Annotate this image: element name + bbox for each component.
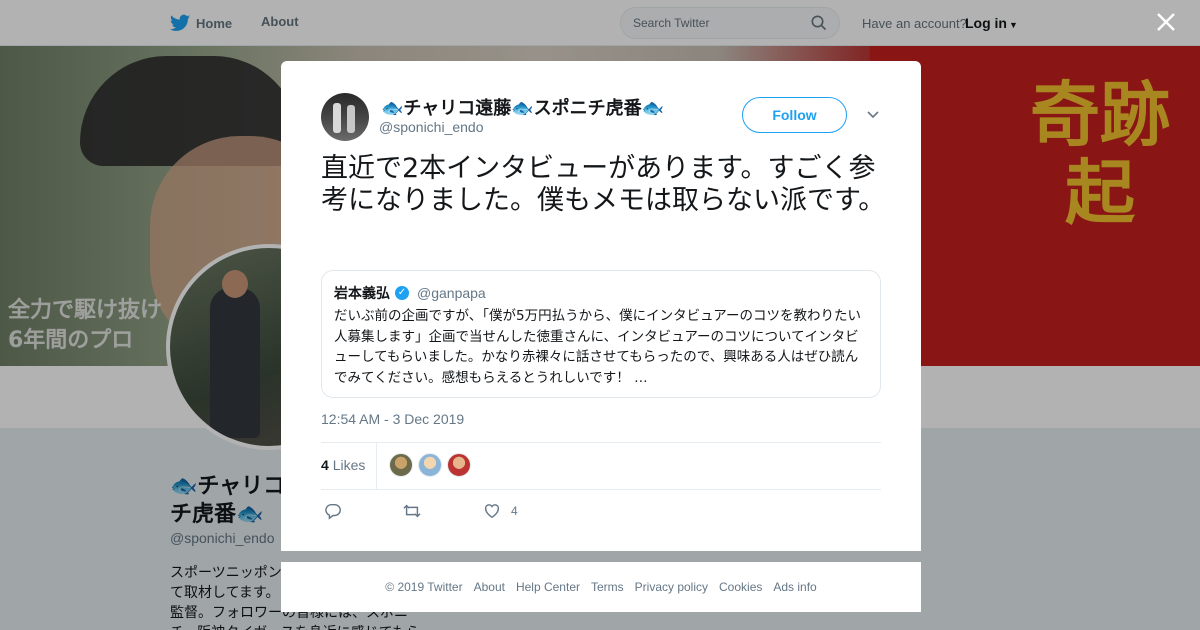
close-icon[interactable] (1152, 10, 1180, 38)
divider (376, 443, 377, 489)
liker-avatar[interactable] (447, 453, 471, 477)
footer-link-terms[interactable]: Terms (591, 580, 624, 594)
quoted-author-name: 岩本義弘 (334, 285, 390, 301)
quoted-tweet[interactable]: 岩本義弘 ✓ @ganpapa だいぶ前の企画ですが、「僕が5万円払うから、僕に… (321, 270, 881, 398)
footer-link-about[interactable]: About (474, 580, 505, 594)
quoted-tweet-header: 岩本義弘 ✓ @ganpapa (334, 283, 868, 303)
likes-label: Likes (332, 457, 366, 473)
footer-copyright: © 2019 Twitter (385, 580, 463, 594)
author-name[interactable]: 🐟チャリコ遠藤🐟スポニチ虎番🐟 (381, 94, 664, 120)
author-avatar[interactable] (321, 93, 369, 141)
chevron-down-icon[interactable] (865, 107, 881, 123)
footer-link-cookies[interactable]: Cookies (719, 580, 762, 594)
like-button[interactable]: 4 (483, 502, 518, 520)
footer-link-help-center[interactable]: Help Center (516, 580, 580, 594)
avatar-person-shape (347, 105, 355, 133)
like-count: 4 (511, 504, 518, 518)
likes-stat[interactable]: 4 Likes (321, 457, 365, 473)
reply-icon (325, 503, 341, 520)
retweet-button[interactable] (402, 502, 422, 520)
footer-link-privacy-policy[interactable]: Privacy policy (635, 580, 708, 594)
tweet-timestamp[interactable]: 12:54 AM - 3 Dec 2019 (321, 411, 464, 427)
author-handle[interactable]: @sponichi_endo (379, 119, 484, 135)
quoted-author-handle: @ganpapa (417, 285, 486, 301)
modal-footer: © 2019 Twitter About Help Center Terms P… (281, 562, 921, 612)
liker-avatar[interactable] (418, 453, 442, 477)
avatar-person-shape (333, 103, 341, 133)
follow-button[interactable]: Follow (742, 97, 847, 133)
tweet-actions: 4 (321, 501, 518, 521)
tweet-modal: 🐟チャリコ遠藤🐟スポニチ虎番🐟 @sponichi_endo Follow 直近… (281, 61, 921, 551)
reply-button[interactable] (324, 502, 342, 520)
likes-count: 4 (321, 457, 329, 473)
liker-avatar[interactable] (389, 453, 413, 477)
footer-link-ads-info[interactable]: Ads info (773, 580, 816, 594)
verified-badge-icon: ✓ (395, 286, 409, 300)
tweet-text: 直近で2本インタビューがあります。すごく参考になりました。僕もメモは取らない派で… (321, 153, 886, 216)
retweet-icon (403, 504, 421, 518)
divider (321, 442, 881, 443)
quoted-tweet-text: だいぶ前の企画ですが、「僕が5万円払うから、僕にインタビュアーのコツを教わりたい… (334, 308, 861, 386)
divider (321, 489, 881, 490)
heart-icon (484, 504, 500, 519)
